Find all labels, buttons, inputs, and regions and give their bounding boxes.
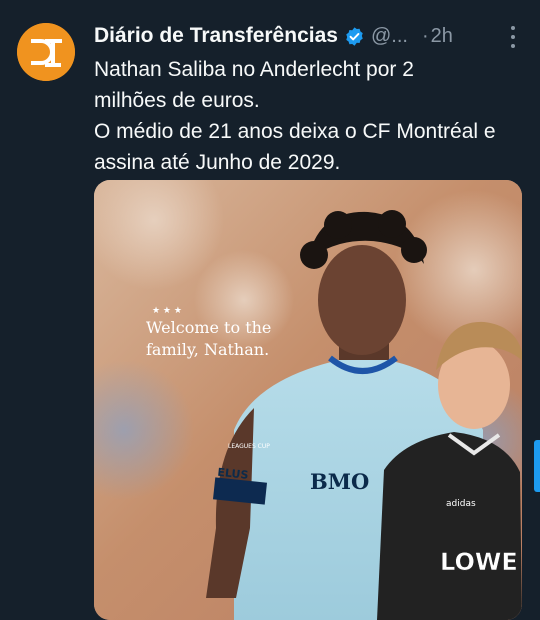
welcome-stars: ★ ★ ★ [152, 306, 182, 316]
tweet[interactable]: Diário de Transferências @... · 2h Natha… [0, 0, 540, 620]
avatar-logo-icon [17, 23, 75, 81]
tweet-text-line: Nathan Saliba no Anderlecht por 2 [94, 58, 414, 81]
tweet-text-line: assina até Junho de 2029. [94, 151, 341, 174]
welcome-line-1: Welcome to the [146, 318, 271, 337]
welcome-graphic: ★ ★ ★ Welcome to the family, Nathan. BMO… [94, 180, 522, 620]
leagues-cup-patch: LEAGUES CUP [228, 443, 270, 450]
more-options-icon[interactable] [508, 26, 518, 48]
separator-dot: · [421, 24, 429, 47]
tweet-text: Nathan Saliba no Anderlecht por 2 milhõe… [94, 54, 534, 178]
welcome-line-2: family, Nathan. [146, 340, 269, 359]
tweet-header: Diário de Transferências @... · 2h [94, 22, 526, 50]
verified-badge-icon[interactable] [344, 26, 365, 47]
scroll-handle[interactable] [534, 440, 540, 492]
display-name[interactable]: Diário de Transferências [94, 24, 338, 48]
jersey-sponsor: BMO [310, 469, 369, 494]
kid-sponsor: LOWE [440, 548, 518, 576]
tweet-media-image[interactable]: ★ ★ ★ Welcome to the family, Nathan. BMO… [94, 180, 522, 620]
timestamp[interactable]: 2h [431, 25, 453, 48]
tweet-text-line: O médio de 21 anos deixa o CF Montréal e [94, 120, 496, 143]
handle[interactable]: @... [371, 25, 408, 48]
tweet-text-line: milhões de euros. [94, 89, 260, 112]
avatar[interactable] [17, 23, 75, 81]
kid-brand: adidas [446, 499, 476, 509]
